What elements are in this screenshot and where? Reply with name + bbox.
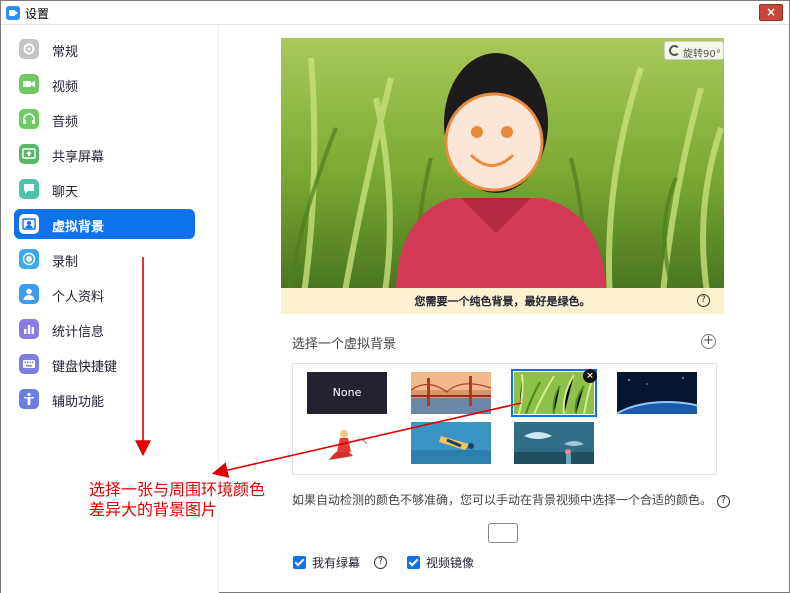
annotation-line-2: 差异大的背景图片 xyxy=(89,500,218,519)
settings-window: 设置 × 常规 视频 音频 共享屏幕 聊天 虚拟背景 录制 个人资料 统计信息 … xyxy=(0,0,790,593)
annotation-line-1: 选择一张与周围环境颜色 xyxy=(89,480,266,499)
annotation-text: 选择一张与周围环境颜色 差异大的背景图片 xyxy=(89,480,265,520)
annotation-arrow-left xyxy=(211,402,522,478)
